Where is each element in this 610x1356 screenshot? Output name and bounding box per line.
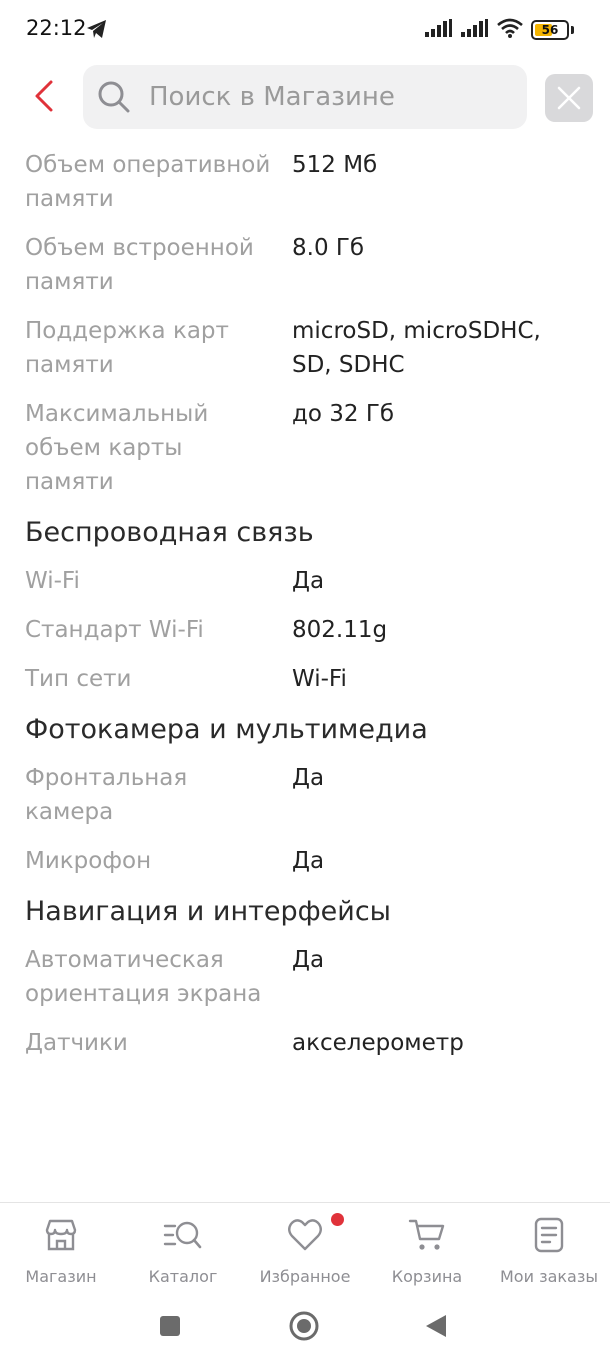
spec-label: Wi-Fi [25, 568, 80, 594]
signal-icon [425, 19, 453, 41]
bottom-nav: Магазин Каталог Избранное Корзина Мои за… [0, 1202, 610, 1296]
circle-icon [289, 1311, 319, 1341]
spec-row-network-type: Тип сети Wi-Fi [0, 662, 610, 696]
spec-row-wifi: Wi-Fi Да [0, 564, 610, 598]
heart-icon [285, 1215, 325, 1255]
spec-row-front-camera: Фронтальная камера Да [0, 761, 610, 829]
status-icons: 56 [425, 18, 574, 42]
triangle-back-icon [426, 1315, 446, 1337]
spec-value: 802.11g [292, 617, 388, 643]
spec-value: microSD, microSDHC, SD, SDHC [292, 318, 541, 378]
battery-icon: 56 [531, 20, 569, 40]
nav-label: Мои заказы [500, 1267, 598, 1286]
back-nav-button[interactable] [416, 1306, 456, 1346]
spec-label: Объем встроенной памяти [25, 235, 254, 295]
spec-value: 8.0 Гб [292, 235, 365, 261]
signal-icon-2 [461, 19, 489, 41]
nav-label: Магазин [25, 1267, 97, 1286]
nav-item-cart[interactable]: Корзина [366, 1203, 488, 1296]
spec-value: акселерометр [292, 1030, 464, 1056]
chevron-left-icon [35, 80, 53, 112]
nav-label: Корзина [391, 1267, 463, 1286]
catalog-search-icon [163, 1215, 203, 1255]
spec-label: Автоматическая ориентация экрана [25, 947, 262, 1007]
spec-row-auto-rotation: Автоматическая ориентация экрана Да [0, 943, 610, 1011]
wifi-icon [497, 18, 523, 42]
nav-label: Избранное [259, 1267, 351, 1286]
status-time: 22:12 [26, 16, 87, 40]
section-title-wireless: Беспроводная связь [25, 517, 314, 548]
spec-row-ram: Объем оперативной памяти 512 Мб [0, 148, 610, 216]
nav-item-store[interactable]: Магазин [0, 1203, 122, 1296]
spec-label: Датчики [25, 1030, 128, 1056]
spec-label: Стандарт Wi-Fi [25, 617, 204, 643]
spec-label: Фронтальная камера [25, 765, 188, 825]
orders-icon [529, 1215, 569, 1255]
spec-value: Wi-Fi [292, 666, 347, 692]
battery-tip [571, 26, 574, 34]
telegram-icon [86, 19, 108, 43]
spec-value: 512 Мб [292, 152, 378, 178]
spec-value: до 32 Гб [292, 401, 395, 427]
spec-row-sensors: Датчики акселерометр [0, 1026, 610, 1060]
header [0, 62, 610, 134]
spec-value: Да [292, 947, 325, 973]
spec-label: Тип сети [25, 666, 132, 692]
spec-row-wifi-standard: Стандарт Wi-Fi 802.11g [0, 613, 610, 647]
search-input[interactable] [149, 82, 489, 112]
nav-item-favorites[interactable]: Избранное [244, 1203, 366, 1296]
spec-label: Микрофон [25, 848, 152, 874]
spec-row-card-support: Поддержка карт памяти microSD, microSDHC… [0, 314, 610, 382]
section-title-camera: Фотокамера и мультимедиа [25, 714, 428, 745]
spec-label: Объем оперативной памяти [25, 152, 271, 212]
specs-list: Объем оперативной памяти 512 Мб Объем вс… [0, 148, 610, 1202]
notification-badge [331, 1213, 344, 1226]
nav-item-orders[interactable]: Мои заказы [488, 1203, 610, 1296]
search-icon [97, 80, 131, 114]
search-box[interactable] [83, 65, 527, 129]
spec-row-storage: Объем встроенной памяти 8.0 Гб [0, 231, 610, 299]
spec-value: Да [292, 765, 325, 791]
spec-value: Да [292, 568, 325, 594]
nav-label: Каталог [148, 1267, 218, 1286]
spec-row-microphone: Микрофон Да [0, 844, 610, 878]
nav-item-catalog[interactable]: Каталог [122, 1203, 244, 1296]
square-icon [160, 1316, 180, 1336]
back-button[interactable] [22, 74, 66, 118]
home-button[interactable] [284, 1306, 324, 1346]
system-nav [0, 1296, 610, 1356]
clear-search-button[interactable] [545, 74, 593, 122]
close-icon [557, 86, 581, 110]
spec-value: Да [292, 848, 325, 874]
spec-row-max-card: Максимальный объем карты памяти до 32 Гб [0, 397, 610, 499]
spec-label: Максимальный объем карты памяти [25, 401, 209, 495]
store-icon [41, 1215, 81, 1255]
status-bar: 22:12 56 [0, 0, 610, 60]
spec-label: Поддержка карт памяти [25, 318, 229, 378]
cart-icon [407, 1215, 447, 1255]
section-title-navigation: Навигация и интерфейсы [25, 896, 392, 927]
battery-level: 56 [541, 23, 559, 37]
recent-apps-button[interactable] [150, 1306, 190, 1346]
